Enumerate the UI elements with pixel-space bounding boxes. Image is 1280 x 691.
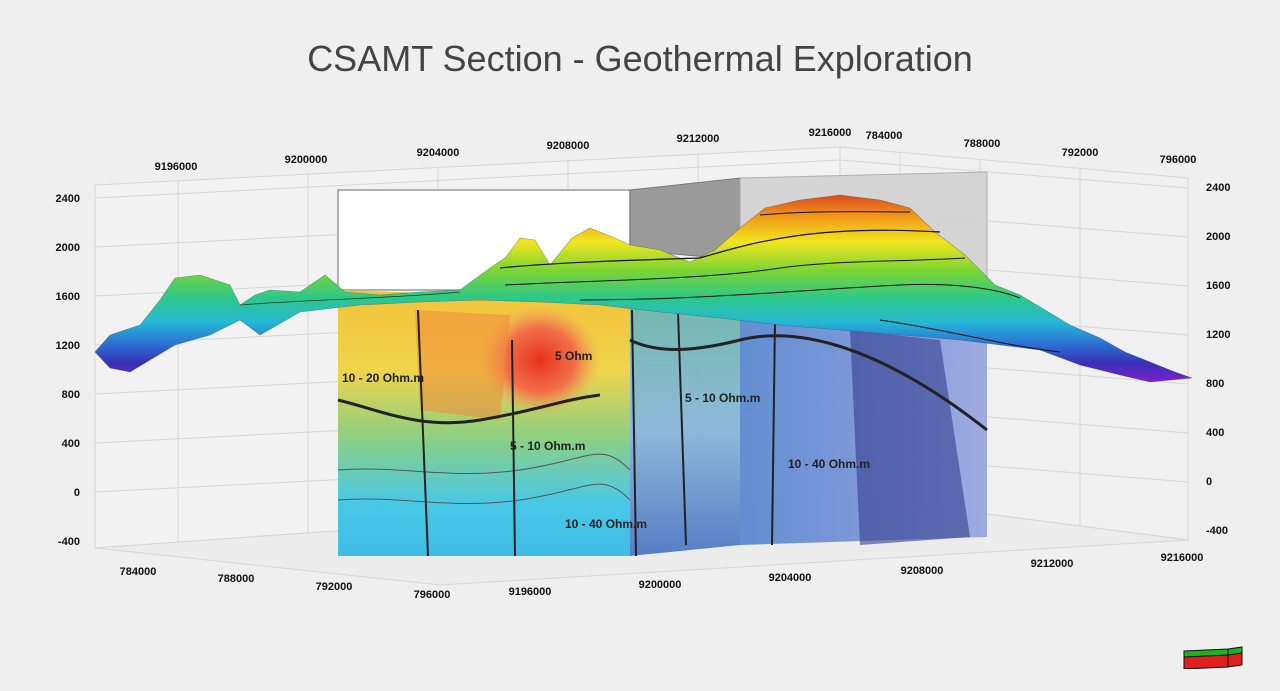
tick-label: 9196000	[509, 586, 552, 598]
tick-label: 796000	[1160, 154, 1197, 166]
tick-label: 2400	[1206, 182, 1230, 194]
section-label: 10 - 20 Ohm.m	[342, 371, 424, 385]
section-label: 5 - 10 Ohm.m	[685, 391, 760, 405]
tick-label: 1600	[1206, 280, 1230, 292]
tick-label: 9204000	[417, 147, 460, 159]
tick-label: 1200	[1206, 329, 1230, 341]
tick-label: 784000	[866, 130, 903, 142]
tick-label: 9200000	[639, 579, 682, 591]
axis-left-elevation: 2400 2000 1600 1200 800 400 0 -400	[56, 193, 80, 548]
orientation-cube-icon[interactable]	[1182, 645, 1244, 669]
tick-label: 400	[1206, 427, 1224, 439]
section-label: 5 - 10 Ohm.m	[510, 439, 585, 453]
tick-label: 800	[1206, 378, 1224, 390]
tick-label: 784000	[120, 566, 157, 578]
tick-label: -400	[1206, 525, 1228, 537]
section-label: 10 - 40 Ohm.m	[565, 517, 647, 531]
tick-label: 9216000	[809, 127, 852, 139]
tick-label: 9208000	[547, 140, 590, 152]
tick-label: 9208000	[901, 565, 944, 577]
tick-label: 9200000	[285, 154, 328, 166]
tick-label: 792000	[316, 581, 353, 593]
section-label: 5 Ohm	[555, 349, 592, 363]
tick-label: 800	[62, 389, 80, 401]
tick-label: 792000	[1062, 147, 1099, 159]
tick-label: 9196000	[155, 161, 198, 173]
tick-label: 9204000	[769, 572, 812, 584]
tick-label: 400	[62, 438, 80, 450]
axis-right-elevation: 2400 2000 1600 1200 800 400 0 -400	[1206, 182, 1230, 537]
tick-label: 796000	[414, 589, 451, 601]
tick-label: -400	[58, 536, 80, 548]
tick-label: 788000	[964, 138, 1001, 150]
tick-label: 9216000	[1161, 552, 1204, 564]
tick-label: 1200	[56, 340, 80, 352]
tick-label: 2400	[56, 193, 80, 205]
tick-label: 9212000	[1031, 558, 1074, 570]
tick-label: 0	[74, 487, 80, 499]
tick-label: 2000	[1206, 231, 1230, 243]
tick-label: 1600	[56, 291, 80, 303]
tick-label: 2000	[56, 242, 80, 254]
tick-label: 9212000	[677, 133, 720, 145]
section-label: 10 - 40 Ohm.m	[788, 457, 870, 471]
3d-scene-viewport[interactable]: 10 - 20 Ohm.m 5 - 10 Ohm.m 10 - 40 Ohm.m…	[0, 0, 1280, 691]
tick-label: 788000	[218, 573, 255, 585]
tick-label: 0	[1206, 476, 1212, 488]
